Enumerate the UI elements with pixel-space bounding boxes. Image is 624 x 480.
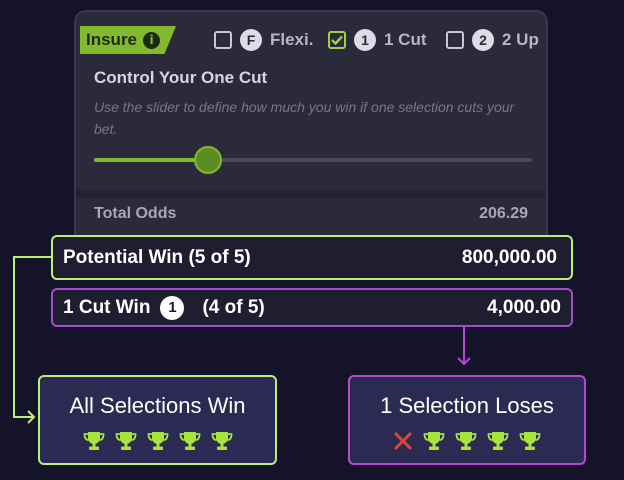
cut-win-row: 1 Cut Win 1 (4 of 5) 4,000.00	[51, 288, 573, 327]
two-up-checkbox[interactable]	[446, 31, 464, 49]
checkmark-icon	[331, 35, 343, 45]
option-2-up[interactable]: 2 2 Up	[446, 28, 539, 52]
flexi-badge-icon: F	[240, 29, 262, 51]
potential-win-label: Potential Win (5 of 5)	[63, 246, 251, 268]
one-cut-label: 1 Cut	[384, 30, 427, 49]
trophy-icon	[211, 431, 233, 451]
trophy-icon	[487, 431, 509, 451]
cut-win-value: 4,000.00	[487, 296, 561, 318]
cut-slider-fill	[94, 158, 208, 162]
potential-win-value: 800,000.00	[461, 246, 557, 268]
trophy-icon	[179, 431, 201, 451]
option-1-cut[interactable]: 1 1 Cut	[328, 28, 427, 52]
one-cut-badge-icon: 1	[354, 29, 376, 51]
one-loses-icons	[393, 431, 541, 451]
control-title: Control Your One Cut	[94, 68, 268, 87]
two-up-label: 2 Up	[502, 30, 539, 49]
insure-label: Insure	[86, 30, 138, 49]
trophy-icon	[519, 431, 541, 451]
flexi-checkbox[interactable]	[214, 31, 232, 49]
trophy-icon	[115, 431, 137, 451]
trophy-icon	[83, 431, 105, 451]
cross-icon	[393, 431, 413, 451]
trophy-icon	[423, 431, 445, 451]
bet-card: Insure i F Flexi. 1 1 Cut 2 2 Up Control…	[74, 10, 548, 260]
two-up-badge-icon: 2	[472, 29, 494, 51]
all-selections-win-title: All Selections Win	[69, 393, 246, 418]
total-odds-label: Total Odds	[94, 205, 177, 222]
one-selection-loses-box: 1 Selection Loses	[348, 375, 586, 465]
total-odds-value: 206.29	[479, 205, 528, 222]
potential-win-row: Potential Win (5 of 5) 800,000.00	[51, 235, 573, 280]
cut-win-count: (4 of 5)	[202, 296, 265, 318]
cut-slider-track[interactable]	[94, 158, 532, 162]
one-cut-checkbox[interactable]	[328, 31, 346, 49]
trophy-icon	[455, 431, 477, 451]
flexi-label: Flexi.	[270, 30, 314, 49]
control-description: Use the slider to define how much you wi…	[94, 99, 515, 137]
info-icon[interactable]: i	[143, 31, 161, 49]
all-selections-win-box: All Selections Win	[38, 375, 277, 465]
divider	[76, 190, 546, 198]
option-flexi[interactable]: F Flexi.	[214, 28, 313, 52]
one-selection-loses-title: 1 Selection Loses	[380, 393, 554, 418]
one-cut-badge-icon: 1	[160, 295, 185, 320]
insure-tab[interactable]: Insure i	[80, 26, 176, 54]
all-win-icons	[83, 431, 233, 451]
cut-slider-thumb[interactable]	[193, 146, 222, 174]
cut-win-label: 1 Cut Win	[63, 296, 151, 318]
trophy-icon	[147, 431, 169, 451]
